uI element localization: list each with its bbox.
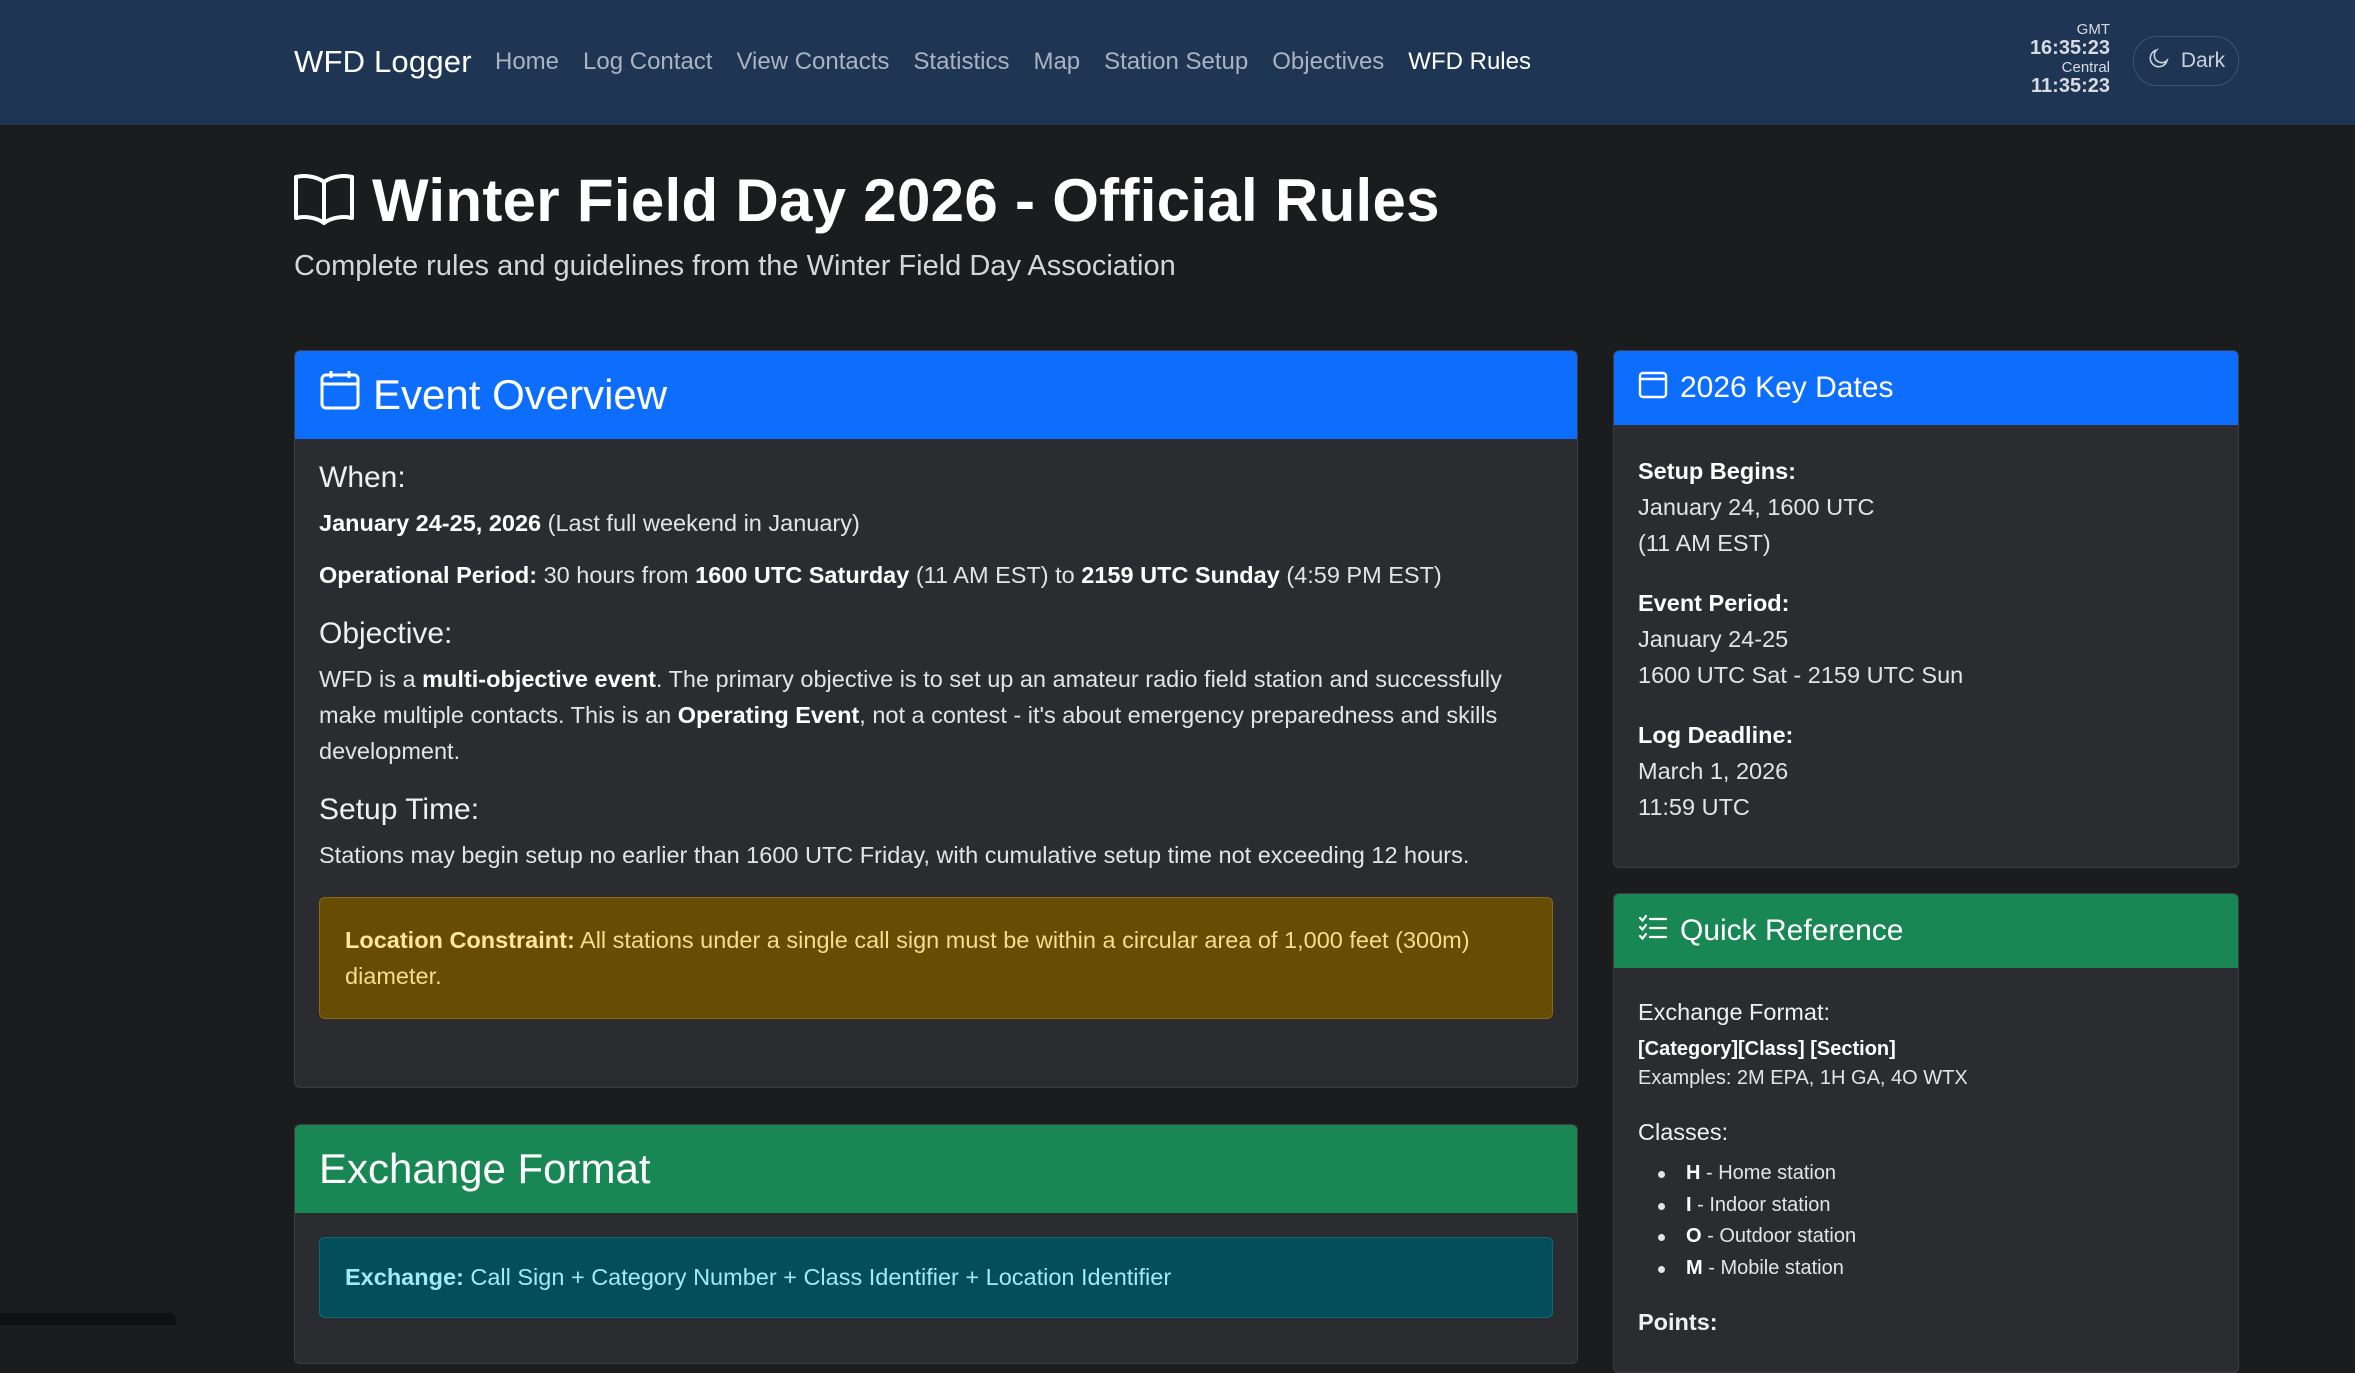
clock-time-gmt: 16:35:23 <box>2029 37 2110 59</box>
page-title: Winter Field Day 2026 - Official Rules <box>292 166 1440 235</box>
clock-time-central: 11:35:23 <box>2031 75 2110 97</box>
key-dates-title: 2026 Key Dates <box>1680 371 1894 404</box>
brand-logo[interactable]: WFD Logger <box>294 44 472 80</box>
qr-points-label: Points: <box>1638 1309 1718 1335</box>
list-item: O - Outdoor station <box>1656 1221 2214 1253</box>
exchange-format-title: Exchange Format <box>319 1145 651 1192</box>
setup-time-heading: Setup Time: <box>319 793 480 826</box>
nav-link-objectives[interactable]: Objectives <box>1272 48 1384 76</box>
qr-exchange-label: Exchange Format: <box>1638 999 1831 1025</box>
list-item: H - Home station <box>1656 1158 2214 1190</box>
event-overview-header: Event Overview <box>295 351 1577 439</box>
when-text: January 24-25, 2026 (Last full weekend i… <box>319 510 860 536</box>
list-item: I - Indoor station <box>1656 1190 2214 1222</box>
nav-link-map[interactable]: Map <box>1033 48 1080 76</box>
objective-heading: Objective: <box>319 617 453 650</box>
quick-reference-header: Quick Reference <box>1614 894 2238 968</box>
key-dates-header: 2026 Key Dates <box>1614 351 2238 425</box>
book-icon <box>292 170 356 231</box>
theme-toggle-label: Dark <box>2180 49 2226 72</box>
qr-exchange-format: [Category][Class] [Section] <box>1638 1038 1896 1060</box>
list-item: M - Mobile station <box>1656 1253 2214 1285</box>
list-check-icon <box>1638 912 1668 950</box>
exchange-format-card: Exchange Format Exchange: Call Sign + Ca… <box>294 1124 1578 1364</box>
quick-reference-title: Quick Reference <box>1680 914 1904 947</box>
status-bar-fragment <box>0 1313 176 1325</box>
nav-link-wfd-rules[interactable]: WFD Rules <box>1408 48 1531 76</box>
top-navbar: WFD Logger Home Log Contact View Contact… <box>0 0 2355 125</box>
operational-period-text: Operational Period: 30 hours from 1600 U… <box>319 562 1442 588</box>
objective-text: WFD is a multi-objective event. The prim… <box>319 666 1502 764</box>
event-overview-card: Event Overview When: January 24-25, 2026… <box>294 350 1578 1088</box>
calendar-icon <box>1638 369 1668 407</box>
setup-time-text: Stations may begin setup no earlier than… <box>319 842 1470 868</box>
key-date-log-deadline: Log Deadline: March 1, 2026 11:59 UTC <box>1638 722 1794 820</box>
key-date-setup: Setup Begins: January 24, 1600 UTC (11 A… <box>1638 458 1875 556</box>
nav-link-statistics[interactable]: Statistics <box>913 48 1009 76</box>
nav-link-station-setup[interactable]: Station Setup <box>1104 48 1248 76</box>
key-dates-card: 2026 Key Dates Setup Begins: January 24,… <box>1613 350 2239 868</box>
nav-link-view-contacts[interactable]: View Contacts <box>736 48 889 76</box>
when-heading: When: <box>319 461 406 494</box>
quick-reference-card: Quick Reference Exchange Format: [Catego… <box>1613 893 2239 1373</box>
location-constraint-alert: Location Constraint: All stations under … <box>319 897 1553 1019</box>
nav-link-log-contact[interactable]: Log Contact <box>583 48 712 76</box>
clock-tz-gmt: GMT <box>2076 21 2110 38</box>
exchange-info-alert: Exchange: Call Sign + Category Number + … <box>319 1237 1553 1318</box>
moon-icon <box>2147 46 2171 76</box>
calendar-icon <box>319 369 361 421</box>
clock-tz-central: Central <box>2061 59 2110 76</box>
clock-display: GMT 16:35:23 Central 11:35:23 <box>2010 22 2110 96</box>
nav-links: Home Log Contact View Contacts Statistic… <box>495 48 1555 76</box>
page-subtitle: Complete rules and guidelines from the W… <box>294 250 1176 282</box>
nav-link-home[interactable]: Home <box>495 48 559 76</box>
qr-classes-label: Classes: <box>1638 1119 1729 1145</box>
page-heading: Winter Field Day 2026 - Official Rules <box>372 167 1440 234</box>
event-overview-title: Event Overview <box>373 371 668 418</box>
qr-examples: Examples: 2M EPA, 1H GA, 4O WTX <box>1638 1067 1968 1089</box>
exchange-format-header: Exchange Format <box>295 1125 1577 1213</box>
qr-classes-list: H - Home station I - Indoor station O - … <box>1638 1158 2214 1284</box>
key-date-event-period: Event Period: January 24-25 1600 UTC Sat… <box>1638 590 1964 688</box>
theme-toggle-button[interactable]: Dark <box>2133 36 2239 86</box>
